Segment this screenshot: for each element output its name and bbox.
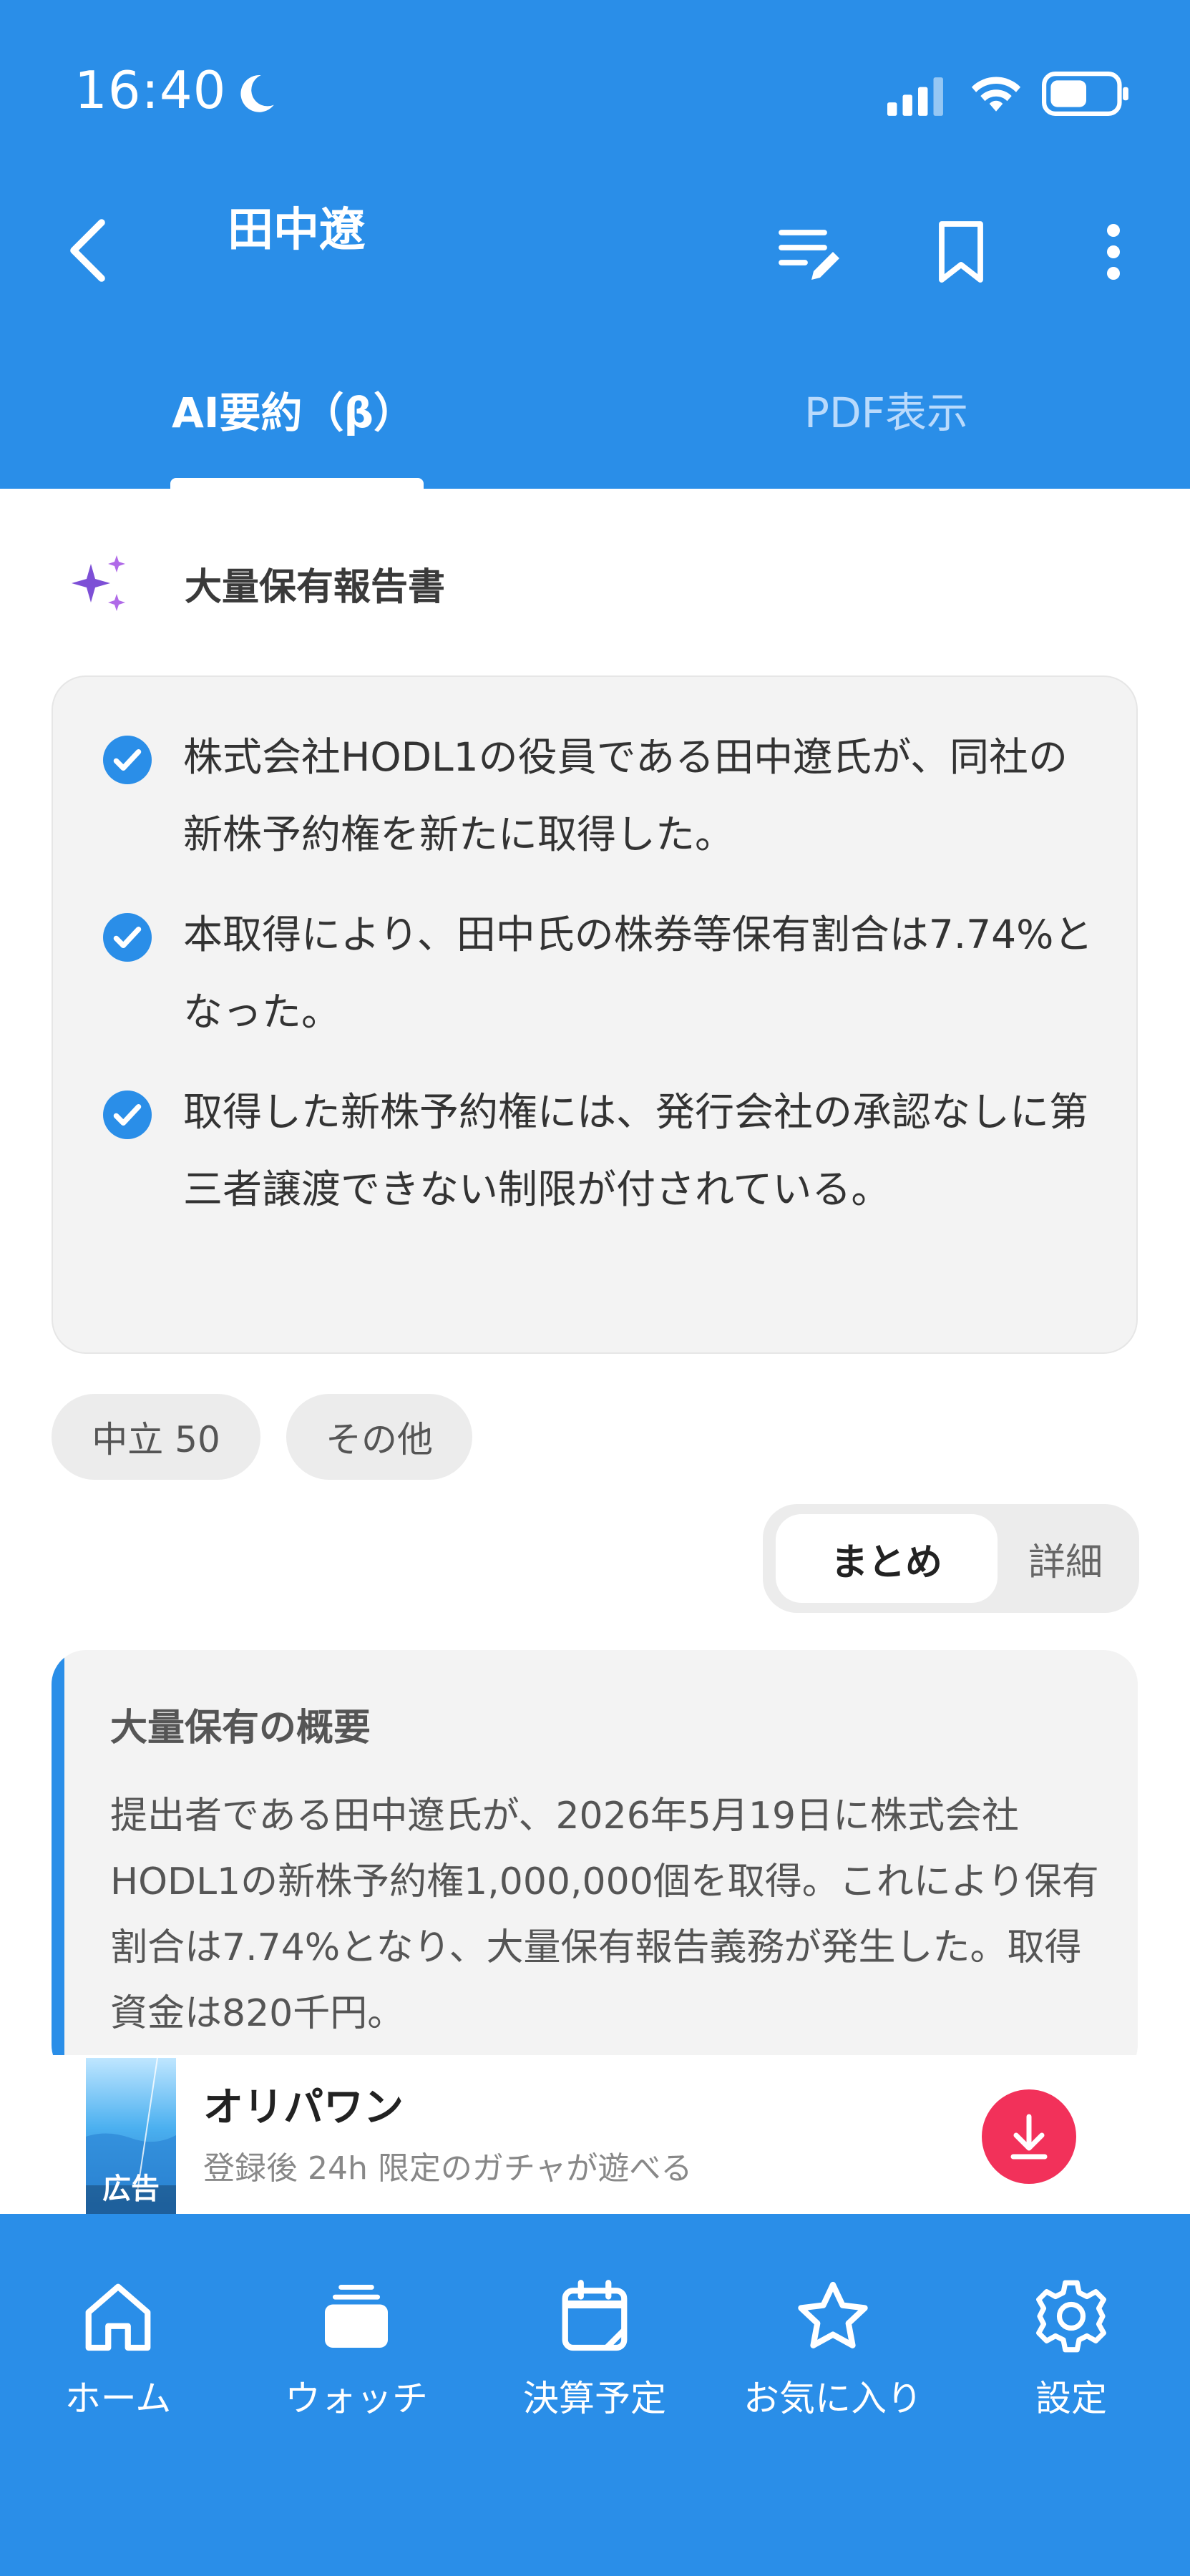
star-icon: [798, 2281, 868, 2348]
sentiment-chip[interactable]: 中立 50: [52, 1394, 260, 1480]
ad-banner[interactable]: 広告 オリパワン 登録後 24h 限定のガチャが遊べる: [0, 2055, 1190, 2214]
page-title: 田中遼: [228, 204, 365, 257]
more-vertical-icon[interactable]: [1099, 218, 1128, 286]
ad-subtitle: 登録後 24h 限定のガチャが遊べる: [203, 2150, 693, 2187]
tab-pdf-view[interactable]: PDF表示: [804, 379, 968, 439]
section-title: 大量保有報告書: [185, 566, 446, 609]
status-bar: 16:40: [0, 0, 1190, 143]
watch-icon: [325, 2285, 388, 2348]
summary-bullet: 本取得により、田中氏の株券等保有割合は7.74%となった。: [103, 907, 1105, 1050]
tabbar-item-watch[interactable]: ウォッチ: [249, 2277, 464, 2421]
ad-title: オリパワン: [203, 2084, 404, 2131]
tabbar-label: 設定: [1035, 2378, 1107, 2419]
category-chip[interactable]: その他: [286, 1394, 472, 1480]
overview-body: 提出者である田中遼氏が、2026年5月19日に株式会社HODL1の新株予約権1,…: [110, 1795, 1099, 2035]
gear-icon: [1036, 2280, 1106, 2353]
tabbar-item-earnings[interactable]: 決算予定: [487, 2277, 702, 2421]
cellular-signal-icon: [887, 77, 943, 116]
overview-card: 大量保有の概要 提出者である田中遼氏が、2026年5月19日に株式会社HODL1…: [52, 1650, 1138, 2079]
tab-ai-summary[interactable]: AI要約（β）: [172, 379, 415, 439]
summary-bullet-text: 本取得により、田中氏の株券等保有割合は7.74%となった。: [183, 912, 1093, 1035]
home-icon: [85, 2283, 151, 2351]
moon-icon: [240, 75, 274, 112]
active-tab-indicator: [170, 478, 424, 489]
accent-bar: [52, 1650, 64, 2079]
tabbar-label: 決算予定: [523, 2378, 666, 2419]
summary-bullet: 株式会社HODL1の役員である田中遼氏が、同社の新株予約権を新たに取得した。: [103, 730, 1105, 873]
ad-label: 広告: [102, 2172, 160, 2205]
ad-thumbnail: 広告: [86, 2058, 176, 2214]
tabbar-item-settings[interactable]: 設定: [964, 2277, 1179, 2421]
nav-bar: 田中遼: [0, 172, 1190, 301]
wifi-icon: [971, 77, 1021, 112]
app-header: 16:40 田中遼 AI要約（β） PDF表示: [0, 0, 1190, 489]
status-time: 16:40: [74, 60, 227, 120]
summary-bullet-text: 取得した新株予約権には、発行会社の承認なしに第三者譲渡できない制限が付されている…: [183, 1089, 1089, 1212]
tabbar-label: ウォッチ: [285, 2378, 428, 2419]
overview-title: 大量保有の概要: [110, 1707, 371, 1750]
bottom-tab-bar: ホーム ウォッチ 決算予定 お気に入り 設定: [0, 2214, 1190, 2576]
view-mode-toggle: まとめ 詳細: [763, 1504, 1139, 1613]
check-circle-icon: [103, 736, 152, 784]
tabbar-label: ホーム: [64, 2378, 172, 2419]
download-icon: [1010, 2114, 1048, 2160]
check-circle-icon: [103, 913, 152, 962]
list-edit-icon[interactable]: [777, 222, 842, 286]
ai-summary-card: 株式会社HODL1の役員である田中遼氏が、同社の新株予約権を新たに取得した。 本…: [52, 675, 1138, 1354]
calendar-icon: [562, 2280, 628, 2351]
segment-summary[interactable]: まとめ: [776, 1514, 998, 1603]
summary-bullet-text: 株式会社HODL1の役員である田中遼氏が、同社の新株予約権を新たに取得した。: [183, 734, 1068, 857]
tabbar-item-favorites[interactable]: お気に入り: [726, 2277, 940, 2421]
tabbar-label: お気に入り: [743, 2378, 922, 2419]
check-circle-icon: [103, 1091, 152, 1139]
tabbar-item-home[interactable]: ホーム: [11, 2277, 225, 2421]
ad-download-button[interactable]: [982, 2089, 1076, 2184]
bookmark-icon[interactable]: [935, 218, 987, 286]
battery-icon: [1042, 72, 1128, 116]
summary-bullet: 取得した新株予約権には、発行会社の承認なしに第三者譲渡できない制限が付されている…: [103, 1085, 1105, 1228]
sparkle-icon: [72, 555, 125, 611]
back-icon[interactable]: [63, 216, 114, 285]
segment-detail[interactable]: 詳細: [1003, 1514, 1128, 1603]
